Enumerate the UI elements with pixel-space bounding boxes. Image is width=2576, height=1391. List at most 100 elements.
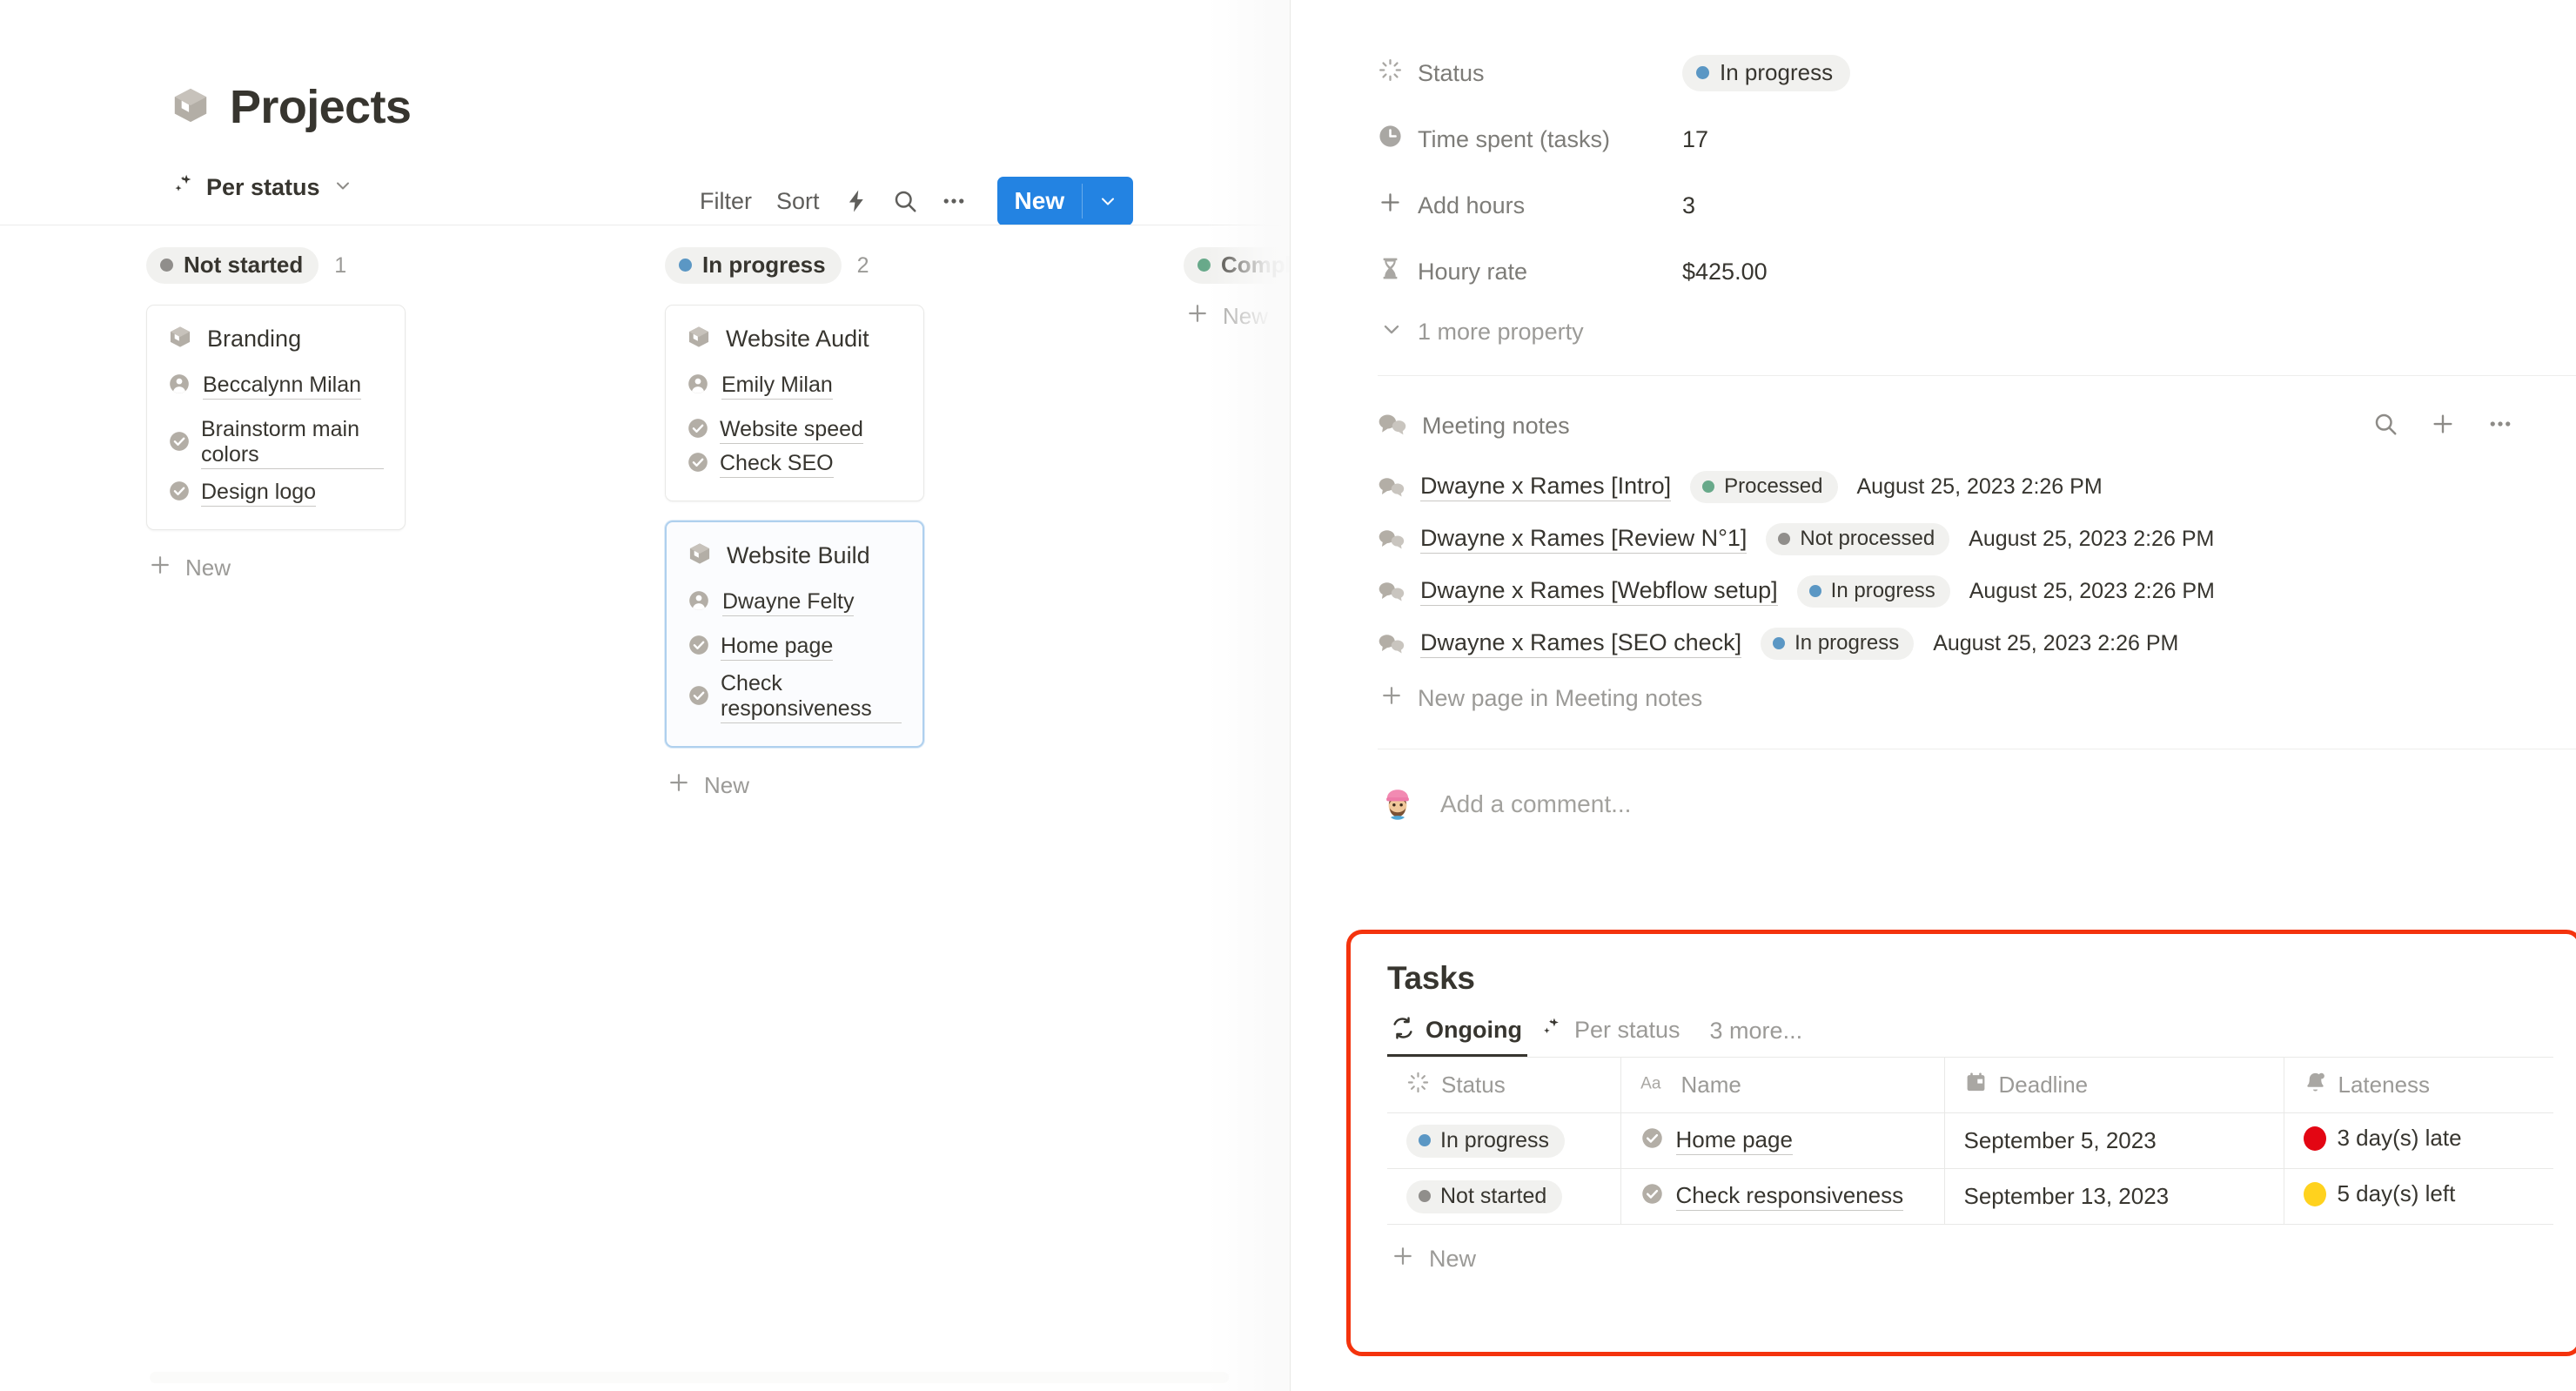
tasks-section-highlight: Tasks Ongoing Per status 3 more... Statu…: [1346, 930, 2576, 1356]
tabs-more-button[interactable]: 3 more...: [1694, 1018, 1803, 1057]
chevron-down-icon: [1379, 317, 1404, 347]
new-button[interactable]: New: [997, 177, 1083, 225]
status-dot: [1696, 66, 1709, 79]
sparkle-icon: [171, 172, 197, 203]
meeting-note-name[interactable]: Dwayne x Rames [SEO check]: [1420, 629, 1742, 658]
card-assignee[interactable]: Dwayne Felty: [688, 589, 902, 616]
hourglass-icon: [1378, 256, 1403, 287]
filter-button[interactable]: Filter: [688, 183, 764, 220]
check-circle-icon: [1640, 1126, 1664, 1156]
pane-divider[interactable]: [1290, 0, 1291, 1391]
package-box-icon: [687, 325, 711, 353]
horizontal-scrollbar[interactable]: [150, 1372, 1229, 1383]
property-value[interactable]: 17: [1682, 126, 1708, 153]
property-row-status[interactable]: Status In progress: [1378, 40, 2576, 106]
status-dot: [160, 259, 173, 272]
property-row-hourly-rate[interactable]: Houry rate $425.00: [1378, 239, 2576, 305]
ellipsis-icon[interactable]: [929, 183, 978, 219]
card-task[interactable]: Website speed: [687, 417, 863, 444]
person-icon: [687, 373, 709, 400]
cell-name[interactable]: Home page: [1620, 1112, 1945, 1169]
add-new-task-button[interactable]: New: [1387, 1244, 2576, 1274]
sort-button[interactable]: Sort: [764, 183, 832, 220]
new-button-chevron-down-icon[interactable]: [1083, 177, 1133, 225]
meeting-note-row[interactable]: Dwayne x Rames [SEO check] In progress A…: [1378, 622, 2576, 664]
column-header[interactable]: In progress 2: [665, 245, 924, 286]
property-row-add-hours[interactable]: Add hours 3: [1378, 172, 2576, 239]
package-box-icon: [688, 541, 712, 570]
property-value[interactable]: $425.00: [1682, 259, 1768, 286]
column-header[interactable]: Completed: [1184, 245, 1291, 286]
meeting-note-date: August 25, 2023 2:26 PM: [1856, 474, 2103, 499]
property-label-text: Houry rate: [1418, 258, 1528, 285]
project-card-selected[interactable]: Website Build Dwayne Felty Home page Che…: [665, 521, 924, 748]
add-new-card-button[interactable]: New: [1184, 301, 1291, 332]
tab-per-status[interactable]: Per status: [1536, 1016, 1694, 1057]
card-task[interactable]: Home page: [688, 634, 834, 661]
cell-status[interactable]: Not started: [1387, 1168, 1621, 1225]
new-page-in-meeting-notes-button[interactable]: New page in Meeting notes: [1378, 683, 2576, 714]
property-label: Time spent (tasks): [1378, 124, 1682, 155]
cell-lateness: 5 day(s) left: [2284, 1168, 2553, 1225]
tab-ongoing[interactable]: Ongoing: [1387, 1016, 1536, 1057]
ellipsis-icon[interactable]: [2487, 411, 2513, 441]
new-page-label: New page in Meeting notes: [1418, 685, 1703, 711]
status-value: In progress: [1720, 59, 1834, 85]
column-header-name[interactable]: Name: [1620, 1057, 1945, 1113]
meeting-note-row[interactable]: Dwayne x Rames [Review N°1] Not processe…: [1378, 518, 2576, 560]
meeting-note-name[interactable]: Dwayne x Rames [Webflow setup]: [1420, 577, 1778, 606]
card-assignee[interactable]: Emily Milan: [687, 373, 902, 400]
lightning-bolt-icon[interactable]: [832, 183, 881, 219]
card-title: Website Audit: [726, 326, 869, 352]
card-assignee[interactable]: Beccalynn Milan: [168, 373, 384, 400]
project-card[interactable]: Branding Beccalynn Milan Brainstorm main…: [146, 305, 406, 530]
chevron-down-icon[interactable]: [332, 175, 353, 200]
meeting-note-row[interactable]: Dwayne x Rames [Webflow setup] In progre…: [1378, 570, 2576, 612]
property-value[interactable]: 3: [1682, 192, 1695, 219]
more-properties-label: 1 more property: [1418, 319, 1584, 345]
status-dot: [1778, 532, 1791, 545]
column-count: 2: [856, 252, 869, 278]
status-badge[interactable]: In progress: [1682, 55, 1851, 91]
card-task[interactable]: Check responsiveness: [688, 671, 902, 723]
column-header-lateness[interactable]: Lateness: [2284, 1057, 2553, 1113]
task-name[interactable]: Check responsiveness: [1675, 1182, 1904, 1211]
status-dot: [1197, 259, 1211, 272]
cell-status[interactable]: In progress: [1387, 1112, 1621, 1169]
add-new-card-button[interactable]: New: [146, 553, 406, 583]
check-circle-icon: [1640, 1182, 1664, 1212]
cell-deadline[interactable]: September 13, 2023: [1944, 1168, 2284, 1225]
meeting-note-row[interactable]: Dwayne x Rames [Intro] Processed August …: [1378, 466, 2576, 507]
more-properties-button[interactable]: 1 more property: [1378, 317, 2576, 347]
card-task[interactable]: Design logo: [168, 480, 317, 507]
search-icon[interactable]: [881, 183, 929, 219]
tasks-table: Status Name Deadline Lateness In progres…: [1387, 1057, 2553, 1225]
column-header-deadline[interactable]: Deadline: [1944, 1057, 2284, 1113]
plus-icon: [667, 770, 691, 801]
card-task-label: Check SEO: [720, 451, 834, 478]
new-button-group: New: [996, 177, 1134, 225]
view-tab-per-status[interactable]: Per status: [171, 172, 320, 203]
property-row-time-spent[interactable]: Time spent (tasks) 17: [1378, 106, 2576, 172]
table-row[interactable]: Not started Check responsiveness Septemb…: [1387, 1168, 2553, 1225]
meeting-note-name[interactable]: Dwayne x Rames [Intro]: [1420, 473, 1672, 501]
comment-input-placeholder[interactable]: Add a comment...: [1440, 790, 1631, 818]
card-task[interactable]: Brainstorm main colors: [168, 417, 384, 469]
cell-name[interactable]: Check responsiveness: [1620, 1168, 1945, 1225]
meeting-note-name[interactable]: Dwayne x Rames [Review N°1]: [1420, 525, 1748, 554]
board-toolbar: Filter Sort New: [688, 177, 1134, 225]
comment-composer[interactable]: Add a comment...: [1291, 749, 2576, 824]
task-name[interactable]: Home page: [1675, 1126, 1793, 1155]
table-row[interactable]: In progress Home page September 5, 2023: [1387, 1112, 2553, 1169]
cell-deadline[interactable]: September 5, 2023: [1944, 1112, 2284, 1169]
project-card[interactable]: Website Audit Emily Milan Website speed: [665, 305, 924, 501]
status-dot: [1419, 1134, 1431, 1146]
add-new-card-button[interactable]: New: [665, 770, 924, 801]
property-label-text: Time spent (tasks): [1418, 125, 1611, 152]
column-header-status[interactable]: Status: [1387, 1057, 1621, 1113]
card-task[interactable]: Check SEO: [687, 451, 834, 478]
search-icon[interactable]: [2372, 411, 2398, 441]
column-header[interactable]: Not started 1: [146, 245, 406, 286]
person-icon: [168, 373, 191, 400]
plus-icon[interactable]: [2430, 411, 2456, 441]
